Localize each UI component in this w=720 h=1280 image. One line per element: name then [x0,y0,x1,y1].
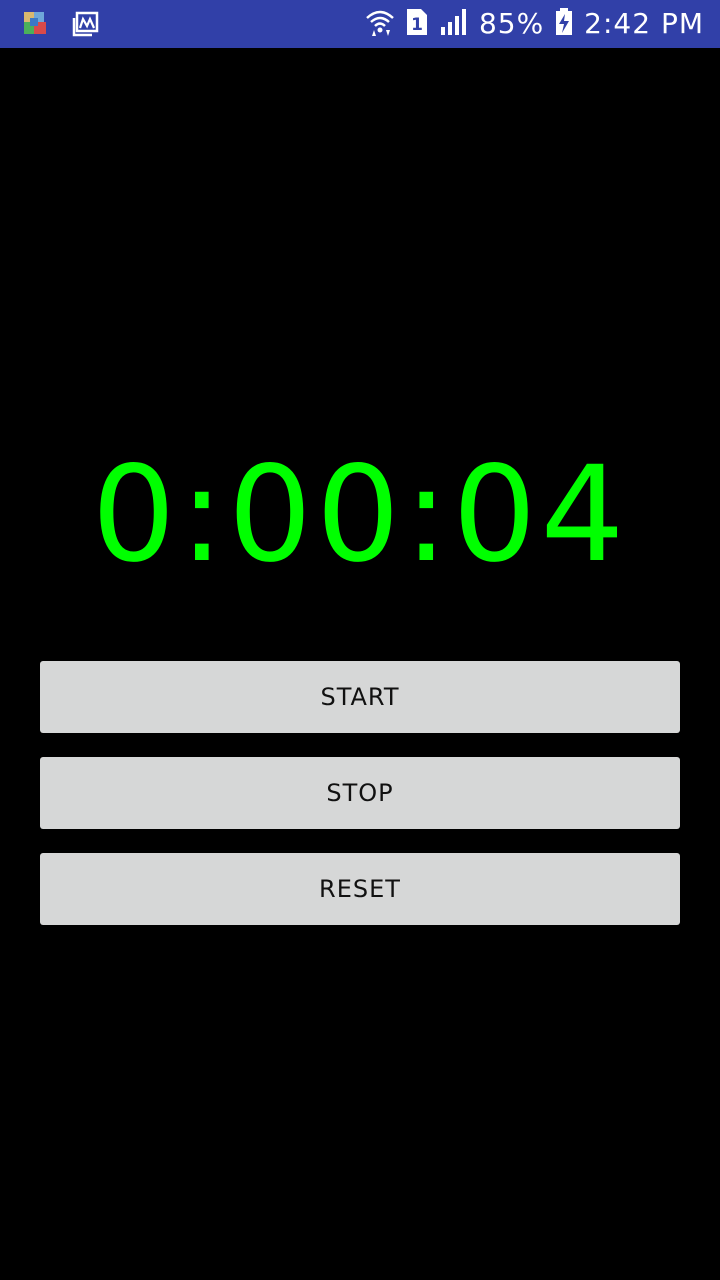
sim-1-label: 1 [411,15,423,35]
status-bar: 1 85% 2:42 PM [0,0,720,48]
stopwatch-time: 0:00:04 [91,438,629,592]
wifi-icon [365,7,395,41]
battery-charging-icon [554,7,574,41]
notification-icons [22,10,100,42]
signal-icon [439,7,469,41]
app-notification-icon [22,10,50,42]
system-status: 1 85% 2:42 PM [365,6,704,42]
gallery-notification-icon [72,10,100,42]
status-time: 2:42 PM [584,7,704,40]
sim-1-icon: 1 [405,7,429,41]
start-button[interactable]: START [40,661,680,733]
reset-button[interactable]: RESET [40,853,680,925]
stop-button[interactable]: STOP [40,757,680,829]
battery-percent: 85% [478,7,545,40]
